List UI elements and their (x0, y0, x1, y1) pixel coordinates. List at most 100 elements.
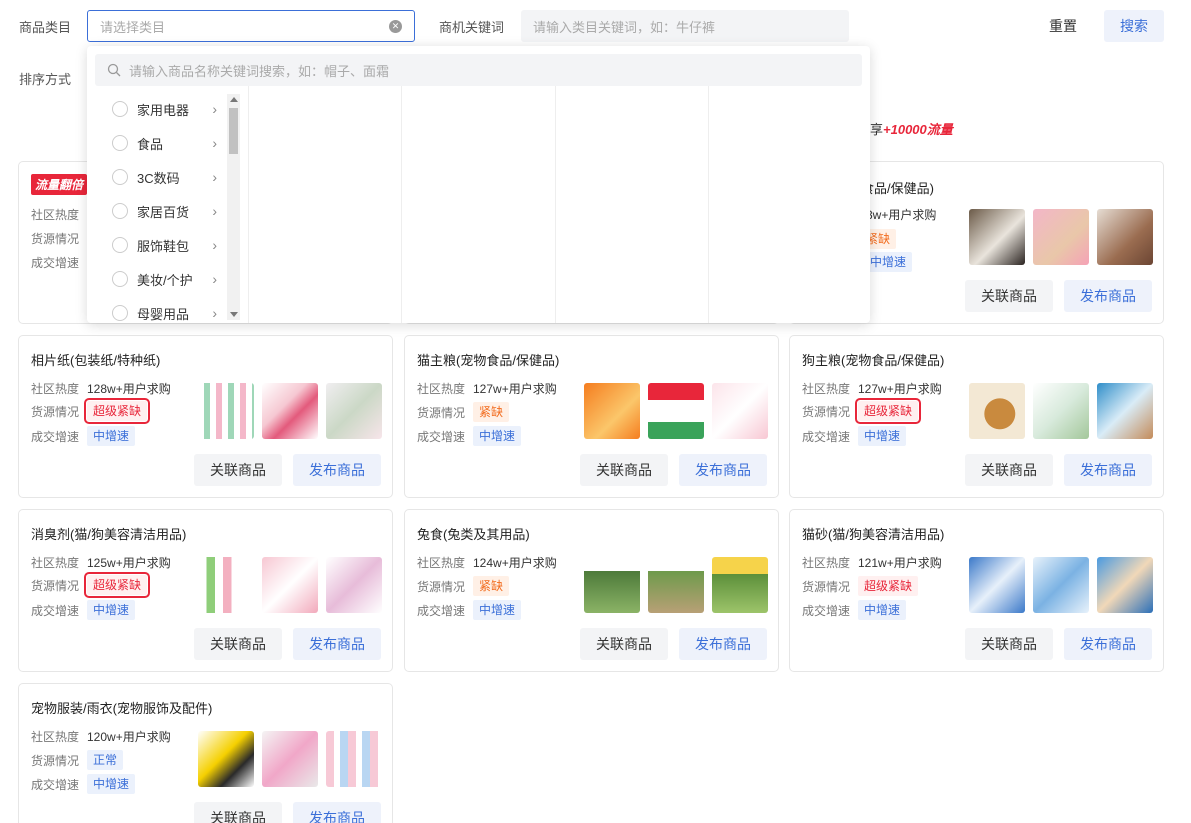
related-products-button[interactable]: 关联商品 (194, 454, 282, 486)
product-thumbnail[interactable] (1033, 383, 1089, 439)
growth-label: 成交增速 (31, 777, 80, 792)
card-title: 猫砂(猫/狗美容清洁用品) (802, 527, 945, 542)
publish-product-button[interactable]: 发布商品 (1064, 280, 1152, 312)
supply-label: 货源情况 (417, 579, 466, 594)
subcategory-column (708, 86, 870, 323)
product-thumbnail[interactable] (198, 383, 254, 439)
publish-product-button[interactable]: 发布商品 (293, 628, 381, 660)
product-thumbnail[interactable] (198, 557, 254, 613)
scroll-down-icon[interactable] (230, 312, 238, 317)
promo-highlight: +10000流量 (883, 122, 953, 137)
scroll-thumb[interactable] (229, 108, 238, 154)
product-thumbnail[interactable] (1033, 209, 1089, 265)
product-thumbnail[interactable] (262, 383, 318, 439)
radio-button[interactable] (112, 237, 128, 253)
category-card: 狗主粮(宠物食品/保健品) 社区热度 127w+用户求购 货源情况 超级紧缺 成交增… (789, 335, 1164, 498)
related-products-button[interactable]: 关联商品 (580, 628, 668, 660)
supply-tag: 超级紧缺 (854, 398, 922, 424)
category-search-input[interactable]: 请输入商品名称关键词搜索，如：帽子、面霜 (95, 54, 862, 86)
product-thumbnail[interactable] (584, 557, 640, 613)
heat-value: 3w+用户求购 (866, 208, 937, 222)
clear-icon[interactable]: ✕ (389, 20, 402, 33)
radio-button[interactable] (112, 101, 128, 117)
product-thumbnail[interactable] (1033, 557, 1089, 613)
product-thumbnail[interactable] (712, 557, 768, 613)
growth-tag: 中增速 (473, 600, 522, 620)
category-card: 猫主粮(宠物食品/保健品) 社区热度 127w+用户求购 货源情况 紧缺 成交增速中… (404, 335, 779, 498)
radio-button[interactable] (112, 203, 128, 219)
growth-tag: 中增速 (473, 426, 522, 446)
publish-product-button[interactable]: 发布商品 (1064, 628, 1152, 660)
category-option[interactable]: 服饰鞋包 › (112, 228, 217, 262)
product-thumbnail[interactable] (326, 557, 382, 613)
category-option[interactable]: 家居百货 › (112, 194, 217, 228)
publish-product-button[interactable]: 发布商品 (679, 454, 767, 486)
growth-label: 成交增速 (417, 429, 466, 444)
promo-prefix: 享 (870, 122, 884, 137)
promo-text: 享+10000流量 (870, 119, 953, 138)
category-option[interactable]: 母婴用品 › (112, 296, 217, 323)
heat-label: 社区热度 (31, 730, 80, 744)
chevron-right-icon: › (212, 237, 217, 253)
product-thumbnail[interactable] (969, 209, 1025, 265)
growth-tag: 中增速 (87, 600, 136, 620)
heat-value: 127w+用户求购 (858, 382, 942, 396)
category-card: 消臭剂(猫/狗美容清洁用品) 社区热度 125w+用户求购 货源情况 超级紧缺 成交… (18, 509, 393, 672)
product-thumbnail[interactable] (648, 557, 704, 613)
category-option[interactable]: 3C数码 › (112, 160, 217, 194)
product-thumbnail[interactable] (584, 383, 640, 439)
scroll-up-icon[interactable] (230, 97, 238, 102)
publish-product-button[interactable]: 发布商品 (1064, 454, 1152, 486)
related-products-button[interactable]: 关联商品 (965, 454, 1053, 486)
supply-tag: 超级紧缺 (83, 572, 151, 598)
product-thumbnail[interactable] (969, 557, 1025, 613)
product-thumbnails (584, 383, 768, 439)
category-option[interactable]: 食品 › (112, 126, 217, 160)
radio-button[interactable] (112, 305, 128, 321)
radio-button[interactable] (112, 271, 128, 287)
category-card: 猫砂(猫/狗美容清洁用品) 社区热度 121w+用户求购 货源情况 超级紧缺 成交增… (789, 509, 1164, 672)
category-scrollbar[interactable] (227, 94, 240, 320)
product-thumbnail[interactable] (262, 731, 318, 787)
radio-button[interactable] (112, 169, 128, 185)
growth-label: 成交增速 (31, 256, 80, 270)
card-title: 消臭剂(猫/狗美容清洁用品) (31, 527, 187, 542)
publish-product-button[interactable]: 发布商品 (679, 628, 767, 660)
product-thumbnail[interactable] (648, 383, 704, 439)
category-select[interactable]: 请选择类目 ✕ (87, 10, 415, 42)
supply-tag: 紧缺 (473, 402, 510, 422)
product-thumbnail[interactable] (198, 731, 254, 787)
heat-value: 127w+用户求购 (473, 382, 557, 396)
product-thumbnail[interactable] (969, 383, 1025, 439)
related-products-button[interactable]: 关联商品 (965, 628, 1053, 660)
category-search-placeholder: 请输入商品名称关键词搜索，如：帽子、面霜 (129, 63, 390, 79)
supply-label: 货源情况 (802, 404, 851, 419)
product-thumbnail[interactable] (326, 383, 382, 439)
related-products-button[interactable]: 关联商品 (194, 628, 282, 660)
product-thumbnail[interactable] (712, 383, 768, 439)
growth-tag: 中增速 (858, 426, 907, 446)
product-thumbnail[interactable] (1097, 557, 1153, 613)
product-thumbnail[interactable] (1097, 209, 1153, 265)
category-dropdown: 请输入商品名称关键词搜索，如：帽子、面霜 家用电器 › 食品 › 3C数码 › 家居百… (87, 46, 870, 323)
product-thumbnail[interactable] (1097, 383, 1153, 439)
publish-product-button[interactable]: 发布商品 (293, 802, 381, 823)
related-products-button[interactable]: 关联商品 (580, 454, 668, 486)
product-thumbnail[interactable] (326, 731, 382, 787)
keyword-input[interactable]: 请输入类目关键词，如：牛仔裤 (521, 10, 849, 42)
category-option[interactable]: 美妆/个护 › (112, 262, 217, 296)
supply-label: 货源情况 (417, 405, 466, 420)
reset-button[interactable]: 重置 (1040, 10, 1086, 42)
category-option-label: 3C数码 (137, 170, 180, 186)
related-products-button[interactable]: 关联商品 (965, 280, 1053, 312)
category-option-label: 服饰鞋包 (137, 238, 190, 254)
publish-product-button[interactable]: 发布商品 (293, 454, 381, 486)
search-button[interactable]: 搜索 (1104, 10, 1164, 42)
product-thumbnail[interactable] (262, 557, 318, 613)
category-option-label: 食品 (137, 136, 164, 152)
product-thumbnails (969, 557, 1153, 613)
category-option-label: 家用电器 (137, 102, 190, 118)
category-option[interactable]: 家用电器 › (112, 92, 217, 126)
related-products-button[interactable]: 关联商品 (194, 802, 282, 823)
radio-button[interactable] (112, 135, 128, 151)
